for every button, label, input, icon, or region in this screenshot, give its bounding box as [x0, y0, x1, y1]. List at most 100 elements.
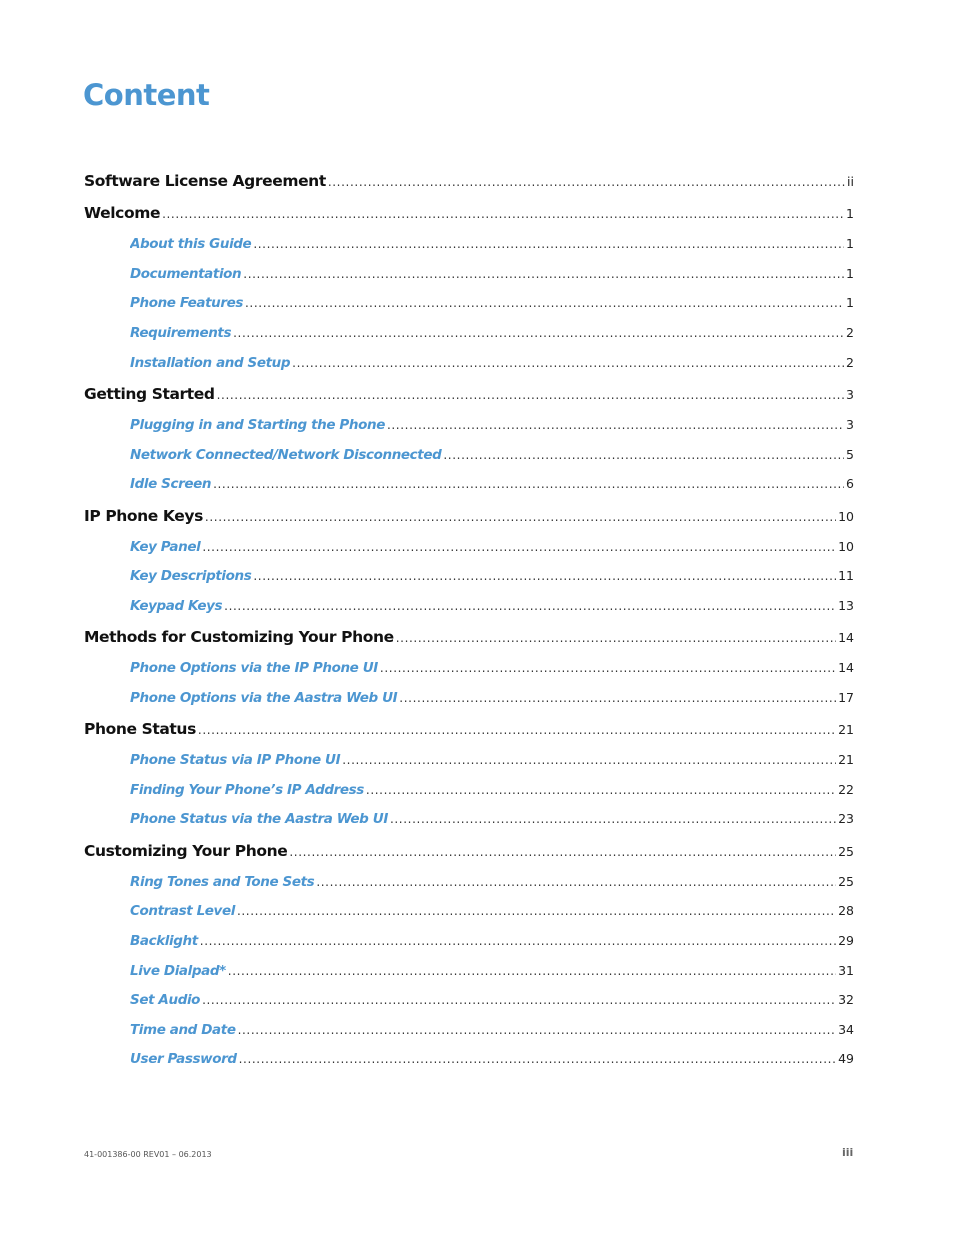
toc-entry-page-number[interactable]: 25: [838, 874, 854, 889]
toc-entry-label[interactable]: Welcome: [84, 204, 160, 222]
dot-leader: [342, 753, 836, 767]
toc-subsection-entry[interactable]: Live Dialpad* 31: [130, 963, 854, 979]
toc-entry-label[interactable]: Finding Your Phone’s IP Address: [130, 782, 364, 798]
toc-entry-label[interactable]: Network Connected/Network Disconnected: [130, 447, 442, 463]
toc-entry-label[interactable]: Phone Options via the Aastra Web UI: [130, 690, 398, 706]
toc-subsection-entry[interactable]: Requirements 2: [130, 325, 854, 341]
toc-subsection-entry[interactable]: Phone Options via the IP Phone UI 14: [130, 660, 854, 676]
toc-subsection-entry[interactable]: Phone Options via the Aastra Web UI 17: [130, 690, 854, 706]
toc-section-entry[interactable]: Phone Status 21: [84, 720, 854, 738]
toc-entry-page-number[interactable]: 21: [838, 752, 854, 767]
toc-entry-label[interactable]: Set Audio: [130, 992, 200, 1008]
toc-entry-label[interactable]: Backlight: [130, 933, 198, 949]
toc-entry-page-number[interactable]: 25: [838, 844, 854, 859]
toc-subsection-entry[interactable]: Phone Status via the Aastra Web UI 23: [130, 811, 854, 827]
toc-entry-page-number[interactable]: 2: [846, 355, 854, 370]
toc-section-entry[interactable]: Getting Started 3: [84, 385, 854, 403]
dot-leader: [243, 267, 844, 281]
toc-entry-label[interactable]: User Password: [130, 1051, 237, 1067]
toc-entry-page-number[interactable]: 14: [838, 660, 854, 675]
dot-leader: [366, 783, 836, 797]
toc-entry-label[interactable]: IP Phone Keys: [84, 507, 203, 525]
toc-subsection-entry[interactable]: Installation and Setup 2: [130, 355, 854, 371]
toc-entry-page-number[interactable]: 29: [838, 933, 854, 948]
toc-subsection-entry[interactable]: Plugging in and Starting the Phone 3: [130, 417, 854, 433]
toc-section-entry[interactable]: Customizing Your Phone 25: [84, 842, 854, 860]
toc-entry-page-number[interactable]: 32: [838, 992, 854, 1007]
toc-subsection-entry[interactable]: Key Panel 10: [130, 539, 854, 555]
dot-leader: [237, 904, 836, 918]
toc-entry-page-number[interactable]: 31: [838, 963, 854, 978]
toc-subsection-entry[interactable]: Set Audio 32: [130, 992, 854, 1008]
dot-leader: [253, 237, 844, 251]
toc-entry-label[interactable]: Methods for Customizing Your Phone: [84, 628, 394, 646]
toc-entry-page-number[interactable]: 2: [846, 325, 854, 340]
toc-entry-label[interactable]: Plugging in and Starting the Phone: [130, 417, 385, 433]
toc-subsection-entry[interactable]: Ring Tones and Tone Sets 25: [130, 874, 854, 890]
toc-entry-page-number[interactable]: 10: [838, 509, 854, 524]
toc-entry-label[interactable]: Live Dialpad*: [130, 963, 226, 979]
toc-entry-label[interactable]: Software License Agreement: [84, 172, 326, 190]
toc-entry-page-number[interactable]: 1: [846, 266, 854, 281]
toc-section-entry[interactable]: Software License Agreement ii: [84, 172, 854, 190]
toc-subsection-entry[interactable]: Phone Features 1: [130, 295, 854, 311]
toc-entry-page-number[interactable]: 17: [838, 690, 854, 705]
toc-entry-label[interactable]: Key Descriptions: [130, 568, 252, 584]
dot-leader: [162, 207, 844, 221]
dot-leader: [224, 599, 836, 613]
toc-entry-label[interactable]: Phone Features: [130, 295, 243, 311]
toc-entry-page-number[interactable]: 49: [838, 1051, 854, 1066]
toc-entry-label[interactable]: Contrast Level: [130, 903, 235, 919]
toc-entry-page-number[interactable]: 23: [838, 811, 854, 826]
toc-entry-page-number[interactable]: 22: [838, 782, 854, 797]
toc-entry-page-number[interactable]: 3: [846, 387, 854, 402]
toc-subsection-entry[interactable]: Documentation 1: [130, 266, 854, 282]
toc-section-entry[interactable]: Methods for Customizing Your Phone 14: [84, 628, 854, 646]
toc-entry-label[interactable]: Idle Screen: [130, 476, 211, 492]
toc-entry-page-number[interactable]: 1: [846, 206, 854, 221]
toc-entry-label[interactable]: Requirements: [130, 325, 232, 341]
toc-entry-label[interactable]: Key Panel: [130, 539, 201, 555]
toc-entry-page-number[interactable]: 1: [846, 295, 854, 310]
dot-leader: [399, 691, 836, 705]
toc-subsection-entry[interactable]: Backlight 29: [130, 933, 854, 949]
toc-entry-page-number[interactable]: 13: [838, 598, 854, 613]
toc-section-entry[interactable]: Welcome 1: [84, 204, 854, 222]
toc-entry-page-number[interactable]: 1: [846, 236, 854, 251]
toc-subsection-entry[interactable]: Idle Screen 6: [130, 476, 854, 492]
dot-leader: [380, 661, 836, 675]
toc-entry-page-number[interactable]: 34: [838, 1022, 854, 1037]
toc-entry-page-number[interactable]: 28: [838, 903, 854, 918]
toc-subsection-entry[interactable]: About this Guide 1: [130, 236, 854, 252]
toc-entry-label[interactable]: Phone Options via the IP Phone UI: [130, 660, 378, 676]
page-title: Content: [83, 78, 210, 112]
toc-section-entry[interactable]: IP Phone Keys 10: [84, 507, 854, 525]
toc-entry-label[interactable]: Installation and Setup: [130, 355, 291, 371]
toc-subsection-entry[interactable]: Finding Your Phone’s IP Address 22: [130, 782, 854, 798]
toc-entry-page-number[interactable]: 5: [846, 447, 854, 462]
toc-subsection-entry[interactable]: Keypad Keys 13: [130, 598, 854, 614]
toc-entry-label[interactable]: Documentation: [130, 266, 242, 282]
toc-entry-label[interactable]: About this Guide: [130, 236, 252, 252]
toc-entry-label[interactable]: Phone Status: [84, 720, 196, 738]
toc-entry-page-number[interactable]: 14: [838, 630, 854, 645]
toc-subsection-entry[interactable]: Time and Date 34: [130, 1022, 854, 1038]
toc-entry-page-number[interactable]: 10: [838, 539, 854, 554]
toc-entry-label[interactable]: Time and Date: [130, 1022, 236, 1038]
toc-entry-page-number[interactable]: 21: [838, 722, 854, 737]
toc-entry-label[interactable]: Keypad Keys: [130, 598, 223, 614]
toc-entry-label[interactable]: Phone Status via the Aastra Web UI: [130, 811, 388, 827]
toc-entry-page-number[interactable]: ii: [847, 174, 854, 189]
toc-entry-label[interactable]: Customizing Your Phone: [84, 842, 288, 860]
toc-subsection-entry[interactable]: Key Descriptions 11: [130, 568, 854, 584]
toc-subsection-entry[interactable]: Network Connected/Network Disconnected 5: [130, 447, 854, 463]
toc-subsection-entry[interactable]: Contrast Level 28: [130, 903, 854, 919]
toc-entry-label[interactable]: Phone Status via IP Phone UI: [130, 752, 341, 768]
toc-subsection-entry[interactable]: Phone Status via IP Phone UI 21: [130, 752, 854, 768]
toc-subsection-entry[interactable]: User Password 49: [130, 1051, 854, 1067]
toc-entry-page-number[interactable]: 3: [846, 417, 854, 432]
toc-entry-label[interactable]: Ring Tones and Tone Sets: [130, 874, 315, 890]
toc-entry-page-number[interactable]: 11: [838, 568, 854, 583]
toc-entry-page-number[interactable]: 6: [846, 476, 854, 491]
toc-entry-label[interactable]: Getting Started: [84, 385, 215, 403]
